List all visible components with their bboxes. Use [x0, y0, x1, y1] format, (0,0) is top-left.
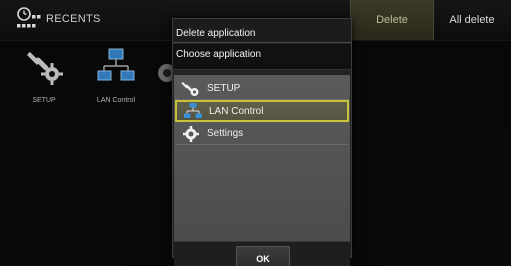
list-item-lan-control[interactable]: LAN Control — [175, 100, 349, 122]
dialog-subtitle: Choose application — [173, 44, 351, 70]
list-item-label: SETUP — [207, 83, 241, 94]
list-item-label: Settings — [207, 128, 244, 139]
dialog-footer: OK — [174, 241, 350, 266]
all-delete-button[interactable]: All delete — [433, 0, 511, 40]
recents-clock-icon — [17, 7, 41, 28]
list-item-settings[interactable]: Settings — [175, 123, 349, 145]
list-item-setup[interactable]: SETUP — [175, 78, 349, 100]
network-icon — [183, 102, 203, 120]
list-item-label: LAN Control — [209, 105, 264, 117]
dialog-title: Delete application — [173, 19, 351, 43]
ok-button[interactable]: OK — [236, 246, 290, 266]
application-list: SETUP LAN Control Settings — [174, 75, 350, 241]
page-title: RECENTS — [46, 13, 101, 25]
gear-icon — [181, 125, 201, 143]
wrench-gear-icon — [181, 80, 201, 98]
delete-application-dialog: Delete application Choose application SE… — [172, 18, 352, 266]
delete-button[interactable]: Delete — [350, 0, 434, 40]
recents-screen: RECENTS Delete All delete SETUP LAN Cont… — [0, 0, 511, 266]
